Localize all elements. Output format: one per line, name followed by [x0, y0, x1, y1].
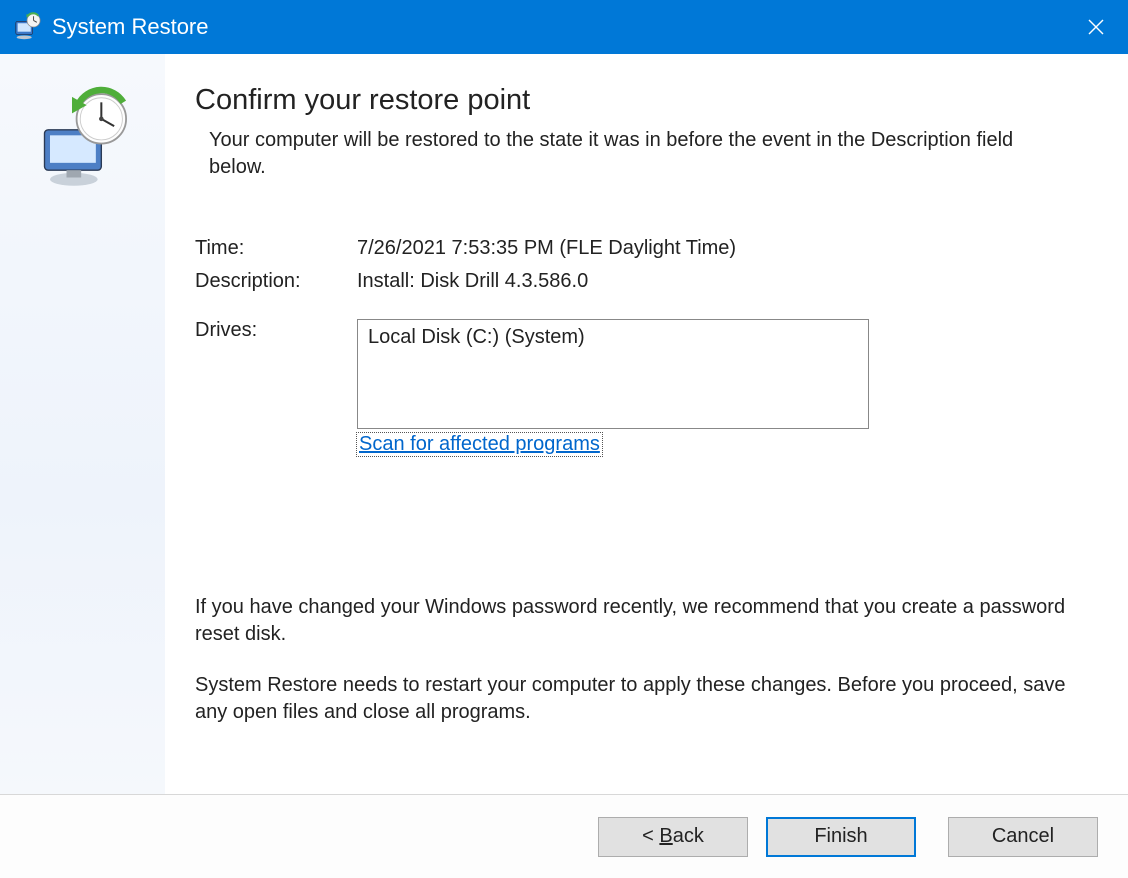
time-value: 7/26/2021 7:53:35 PM (FLE Daylight Time) [357, 237, 736, 260]
description-label: Description: [195, 270, 357, 293]
page-subheading: Your computer will be restored to the st… [209, 127, 1068, 181]
system-restore-icon [28, 84, 138, 194]
finish-button[interactable]: Finish [766, 817, 916, 857]
password-note: If you have changed your Windows passwor… [195, 594, 1068, 648]
back-button[interactable]: < Back [598, 817, 748, 857]
time-row: Time: 7/26/2021 7:53:35 PM (FLE Daylight… [195, 237, 1068, 260]
drives-label: Drives: [195, 319, 357, 342]
window-title: System Restore [52, 14, 209, 40]
system-restore-title-icon [12, 12, 42, 42]
wizard-body: Confirm your restore point Your computer… [0, 54, 1128, 794]
drives-listbox[interactable]: Local Disk (C:) (System) [357, 319, 869, 429]
wizard-sidebar [0, 54, 165, 794]
scan-affected-programs-link[interactable]: Scan for affected programs [357, 433, 602, 456]
cancel-button[interactable]: Cancel [948, 817, 1098, 857]
drives-item: Local Disk (C:) (System) [368, 326, 585, 348]
time-label: Time: [195, 237, 357, 260]
wizard-content: Confirm your restore point Your computer… [165, 54, 1128, 794]
close-button[interactable] [1064, 0, 1128, 54]
titlebar: System Restore [0, 0, 1128, 54]
wizard-button-bar: < Back Finish Cancel [0, 794, 1128, 878]
page-heading: Confirm your restore point [195, 84, 1068, 117]
description-value: Install: Disk Drill 4.3.586.0 [357, 270, 588, 293]
restart-note: System Restore needs to restart your com… [195, 672, 1068, 726]
description-row: Description: Install: Disk Drill 4.3.586… [195, 270, 1068, 293]
drives-row: Drives: Local Disk (C:) (System) Scan fo… [195, 319, 1068, 456]
